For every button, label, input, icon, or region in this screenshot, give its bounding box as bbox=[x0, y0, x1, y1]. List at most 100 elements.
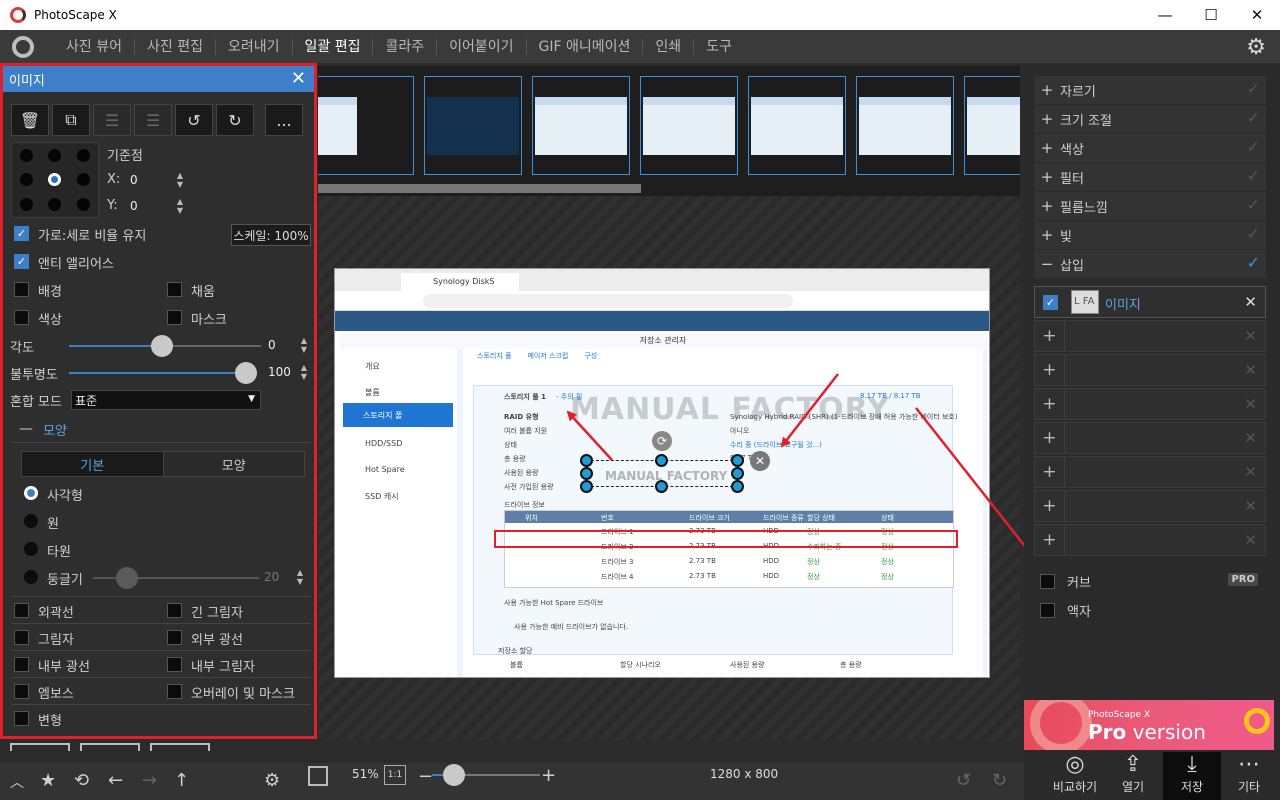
bring-forward-icon[interactable]: ☰ bbox=[93, 104, 131, 136]
accordion-crop[interactable]: + 자르기 ✓ bbox=[1034, 76, 1266, 104]
inner-glow-checkbox[interactable] bbox=[14, 657, 29, 672]
radio-circle[interactable] bbox=[24, 514, 38, 528]
send-backward-icon[interactable]: ☰ bbox=[134, 104, 172, 136]
thumbnail[interactable] bbox=[964, 76, 1020, 175]
add-icon[interactable]: + bbox=[1035, 525, 1065, 555]
rotate-right-icon[interactable]: ↻ bbox=[216, 104, 254, 136]
thumbnail[interactable] bbox=[856, 76, 954, 175]
menu-cutout[interactable]: 오려내기 bbox=[216, 38, 293, 55]
angle-slider-thumb[interactable] bbox=[151, 335, 173, 357]
star-icon[interactable]: ★ bbox=[40, 770, 56, 791]
thumbnail[interactable] bbox=[424, 76, 522, 175]
left-thumbnail[interactable] bbox=[150, 743, 210, 751]
left-thumbnail[interactable] bbox=[80, 743, 140, 751]
tab-shape[interactable]: 모양 bbox=[163, 452, 304, 476]
overlay-mask-checkbox[interactable] bbox=[167, 684, 182, 699]
panel-toggle-icon[interactable] bbox=[308, 766, 328, 786]
background-checkbox[interactable] bbox=[14, 282, 29, 297]
rotate-left-icon[interactable]: ↺ bbox=[175, 104, 213, 136]
rotate-right-icon[interactable]: ↻ bbox=[992, 770, 1007, 791]
long-shadow-checkbox[interactable] bbox=[167, 603, 182, 618]
x-input[interactable]: 0 ▲ ▼ bbox=[127, 170, 185, 190]
resize-handle[interactable] bbox=[731, 480, 744, 493]
strip-scrollbar[interactable] bbox=[318, 184, 641, 193]
minimize-button[interactable]: — bbox=[1142, 0, 1188, 30]
thumbnail[interactable] bbox=[640, 76, 738, 175]
shadow-checkbox[interactable] bbox=[14, 630, 29, 645]
thumbnail[interactable] bbox=[318, 76, 414, 175]
anchor-dot[interactable] bbox=[77, 148, 91, 162]
accordion-resize[interactable]: + 크기 조절 ✓ bbox=[1034, 105, 1266, 133]
pro-version-ad[interactable]: PhotoScape X Pro version bbox=[1024, 700, 1274, 750]
zoom-slider-thumb[interactable] bbox=[443, 764, 465, 786]
anchor-dot[interactable] bbox=[77, 198, 91, 212]
accordion-insert[interactable]: − 삽입 ✓ bbox=[1034, 250, 1266, 278]
menu-tools[interactable]: 도구 bbox=[694, 39, 744, 55]
menu-photo-viewer[interactable]: 사진 뷰어 bbox=[54, 38, 135, 55]
inner-shadow-checkbox[interactable] bbox=[167, 657, 182, 672]
transform-checkbox[interactable] bbox=[14, 711, 29, 726]
menu-photo-edit[interactable]: 사진 편집 bbox=[135, 38, 216, 55]
anchor-dot[interactable] bbox=[48, 148, 62, 162]
anchor-dot-selected[interactable] bbox=[48, 173, 62, 187]
thumbnail[interactable] bbox=[748, 76, 846, 175]
insert-slot[interactable]: + ✕ bbox=[1034, 320, 1266, 352]
anchor-dot[interactable] bbox=[19, 148, 33, 162]
arrow-right-icon[interactable]: → bbox=[142, 770, 157, 791]
menu-batch-edit[interactable]: 일괄 편집 bbox=[293, 38, 374, 55]
round-slider-thumb[interactable] bbox=[116, 567, 138, 589]
insert-slot[interactable]: + ✕ bbox=[1034, 422, 1266, 454]
anchor-dot[interactable] bbox=[48, 198, 62, 212]
refresh-icon[interactable]: ⟲ bbox=[74, 770, 89, 791]
chevron-up-icon[interactable]: ︿ bbox=[10, 772, 24, 792]
thumbnail[interactable] bbox=[532, 76, 630, 175]
curve-checkbox[interactable] bbox=[1040, 573, 1055, 589]
radio-rounded[interactable] bbox=[24, 570, 38, 584]
menu-collage[interactable]: 콜라주 bbox=[373, 38, 438, 55]
scale-display[interactable]: 스케일: 100% bbox=[231, 224, 311, 246]
delete-trash-icon[interactable]: 🗑 bbox=[11, 104, 49, 136]
menu-gif[interactable]: GIF 애니메이션 bbox=[527, 38, 644, 55]
add-icon[interactable]: + bbox=[1035, 321, 1065, 351]
antialias-checkbox[interactable]: ✓ bbox=[14, 254, 29, 269]
color-checkbox[interactable] bbox=[14, 310, 29, 325]
radio-rectangle[interactable] bbox=[24, 486, 38, 500]
outline-checkbox[interactable] bbox=[14, 603, 29, 618]
resize-handle[interactable] bbox=[580, 467, 593, 480]
menu-print[interactable]: 인쇄 bbox=[643, 38, 695, 55]
insert-enable-checkbox[interactable]: ✓ bbox=[1043, 295, 1058, 310]
insert-slot[interactable]: + ✕ bbox=[1034, 490, 1266, 522]
rotate-handle-icon[interactable]: ⟳ bbox=[652, 431, 672, 451]
resize-handle[interactable] bbox=[731, 467, 744, 480]
curve-option[interactable]: 커브 PRO bbox=[1034, 567, 1266, 595]
insert-item-image[interactable]: ✓ L FA 이미지 ✕ bbox=[1034, 286, 1266, 318]
arrow-left-icon[interactable]: ← bbox=[108, 770, 123, 791]
tab-basic[interactable]: 기본 bbox=[22, 452, 164, 476]
resize-handle[interactable] bbox=[580, 480, 593, 493]
mask-checkbox[interactable] bbox=[167, 310, 182, 325]
frame-option[interactable]: 액자 bbox=[1034, 596, 1266, 624]
y-input[interactable]: 0 ▲ ▼ bbox=[127, 196, 185, 216]
delete-handle-icon[interactable]: ✕ bbox=[750, 451, 770, 471]
accordion-filter[interactable]: + 필터 ✓ bbox=[1034, 163, 1266, 191]
duplicate-icon[interactable]: ⧉ bbox=[52, 104, 90, 136]
save-button[interactable]: ⤓ 저장 bbox=[1163, 752, 1221, 800]
insert-slot[interactable]: + ✕ bbox=[1034, 354, 1266, 386]
remove-icon[interactable]: ✕ bbox=[1244, 293, 1257, 311]
anchor-dot[interactable] bbox=[77, 173, 91, 187]
angle-input[interactable]: 0 ▲ ▼ bbox=[265, 335, 309, 355]
insert-slot[interactable]: + ✕ bbox=[1034, 388, 1266, 420]
resize-handle[interactable] bbox=[580, 454, 593, 467]
insert-slot[interactable]: + ✕ bbox=[1034, 524, 1266, 556]
close-button[interactable]: ✕ bbox=[1234, 0, 1280, 30]
more-options-button[interactable]: ⋯ 기타 bbox=[1220, 752, 1278, 800]
open-button[interactable]: ⇪ 열기 bbox=[1104, 752, 1162, 800]
settings-gear-icon[interactable]: ⚙ bbox=[264, 770, 280, 791]
anchor-dot[interactable] bbox=[19, 198, 33, 212]
insert-slot[interactable]: + ✕ bbox=[1034, 456, 1266, 488]
round-input[interactable]: 20 ▲ ▼ bbox=[261, 567, 305, 587]
emboss-checkbox[interactable] bbox=[14, 684, 29, 699]
zoom-out-icon[interactable]: − bbox=[418, 766, 433, 787]
radio-ellipse[interactable] bbox=[24, 542, 38, 556]
menu-combine[interactable]: 이어붙이기 bbox=[437, 38, 527, 55]
